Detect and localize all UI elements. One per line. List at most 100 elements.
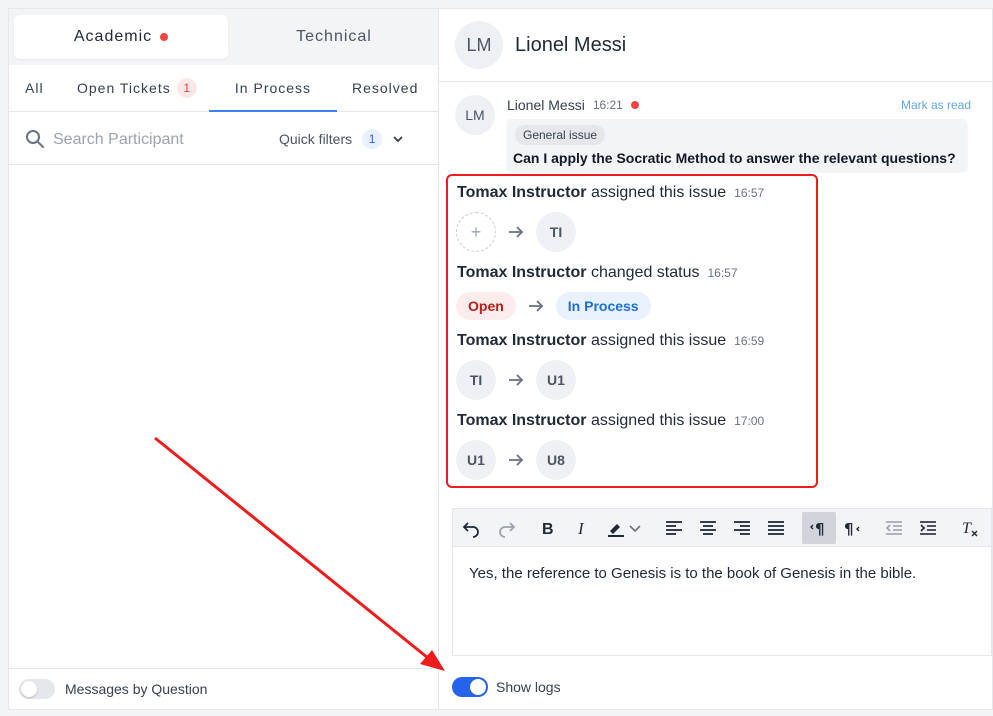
svg-text:¶: ¶: [815, 520, 825, 538]
assignee-transition: + TI: [456, 212, 576, 252]
align-right-button[interactable]: [726, 512, 758, 544]
log-entry: Tomax Instructor assigned this issue 17:…: [457, 412, 764, 430]
tab-technical[interactable]: Technical: [227, 15, 441, 59]
message-bubble: General issue Can I apply the Socratic M…: [507, 119, 967, 171]
tab-all[interactable]: All: [25, 65, 44, 111]
log-action: changed status: [590, 264, 700, 281]
reply-editor: B I ¶ ¶ T Yes, the reference to Genesis …: [452, 508, 992, 656]
conversation-header: LM Lionel Messi: [439, 9, 992, 82]
tab-technical-label: Technical: [296, 28, 372, 45]
align-left-button[interactable]: [658, 512, 690, 544]
tab-open-tickets-label: Open Tickets: [77, 80, 171, 96]
ltr-icon: ¶: [810, 520, 825, 538]
arrow-right-icon: [496, 222, 536, 242]
log-actor: Tomax Instructor: [457, 332, 587, 349]
unread-dot: [160, 33, 169, 41]
status-transition: Open In Process: [456, 292, 651, 320]
unread-dot: [630, 101, 639, 109]
chevron-down-icon: [393, 136, 403, 143]
messages-by-question-toggle[interactable]: [19, 679, 55, 699]
highlight-dropdown[interactable]: [625, 512, 645, 544]
log-time: 16:59: [734, 334, 765, 348]
log-actor: Tomax Instructor: [457, 412, 587, 429]
tab-in-process-label: In Process: [234, 79, 312, 96]
arrow-right-icon: [516, 296, 556, 316]
rtl-icon: ¶: [844, 520, 860, 538]
assignee-avatar: U1: [456, 440, 496, 480]
assignee-avatar: U1: [536, 360, 576, 400]
clear-format-button[interactable]: T: [953, 512, 985, 544]
status-tabs: All Open Tickets 1 In Process Resolved: [9, 65, 438, 112]
align-justify-icon: [768, 521, 784, 535]
arrow-right-icon: [496, 450, 536, 470]
italic-icon: I: [577, 519, 585, 538]
editor-toolbar: B I ¶ ¶ T: [453, 509, 991, 547]
bold-button[interactable]: B: [532, 512, 564, 544]
status-in-process-pill: In Process: [555, 292, 651, 320]
align-justify-button[interactable]: [760, 512, 792, 544]
log-actor: Tomax Instructor: [457, 264, 587, 281]
svg-text:T: T: [962, 520, 972, 537]
italic-button[interactable]: I: [566, 512, 598, 544]
log-action: assigned this issue: [590, 184, 727, 201]
left-panel: Academic Technical All Open Tickets 1 In…: [9, 9, 439, 709]
open-tickets-count-badge: 1: [176, 78, 197, 98]
tab-open-tickets[interactable]: Open Tickets 1: [77, 65, 197, 111]
log-time: 17:00: [734, 414, 765, 428]
assignee-avatar: U8: [536, 440, 576, 480]
avatar: LM: [455, 21, 503, 69]
align-center-button[interactable]: [692, 512, 724, 544]
indent-button[interactable]: [912, 512, 944, 544]
messages-by-question-label: Messages by Question: [65, 681, 208, 697]
align-center-icon: [700, 521, 716, 535]
svg-text:¶: ¶: [844, 520, 854, 538]
quick-filters-button[interactable]: Quick filters 1: [279, 126, 404, 152]
reply-text[interactable]: Yes, the reference to Genesis is to the …: [469, 565, 916, 582]
search-icon: [26, 130, 44, 148]
mark-as-read-link[interactable]: Mark as read: [901, 98, 971, 112]
status-open-pill: Open: [456, 292, 516, 320]
log-action: assigned this issue: [590, 412, 727, 429]
align-right-icon: [734, 521, 750, 535]
tab-all-label: All: [25, 80, 44, 96]
svg-text:I: I: [577, 519, 585, 538]
outdent-button[interactable]: [878, 512, 910, 544]
log-entry: Tomax Instructor assigned this issue 16:…: [457, 184, 764, 202]
log-actor: Tomax Instructor: [457, 184, 587, 201]
assignee-avatar: TI: [536, 212, 576, 252]
log-entry: Tomax Instructor assigned this issue 16:…: [457, 332, 764, 350]
message-meta: Lionel Messi 16:21: [507, 97, 639, 113]
log-time: 16:57: [734, 186, 765, 200]
assignee-avatar: TI: [456, 360, 496, 400]
tab-academic-label: Academic: [73, 28, 153, 45]
unassigned-avatar: +: [456, 212, 496, 252]
align-left-icon: [666, 521, 682, 535]
app-frame: Academic Technical All Open Tickets 1 In…: [8, 8, 993, 710]
assignee-transition: TI U1: [456, 360, 576, 400]
chevron-down-icon: [629, 525, 641, 533]
log-entry: Tomax Instructor changed status 16:57: [457, 264, 738, 282]
search-row: Quick filters 1: [9, 112, 438, 165]
show-logs-label: Show logs: [496, 679, 561, 695]
category-switch: Academic Technical: [9, 9, 438, 65]
ltr-button[interactable]: ¶: [802, 512, 836, 544]
undo-button[interactable]: [455, 512, 487, 544]
show-logs-toggle[interactable]: [452, 677, 488, 697]
participant-name: Lionel Messi: [515, 33, 627, 56]
rtl-button[interactable]: ¶: [837, 512, 869, 544]
clear-format-icon: T: [962, 520, 978, 537]
tab-in-process[interactable]: In Process: [209, 65, 337, 112]
tab-resolved[interactable]: Resolved: [352, 65, 418, 111]
message: LM Lionel Messi 16:21 Mark as read Gener…: [455, 95, 992, 175]
assignee-transition: U1 U8: [456, 440, 576, 480]
redo-icon: [499, 522, 516, 538]
redo-button[interactable]: [491, 512, 523, 544]
arrow-right-icon: [496, 370, 536, 390]
bold-icon: B: [542, 521, 554, 538]
outdent-icon: [885, 521, 902, 535]
issue-tag: General issue: [515, 125, 606, 145]
tab-academic[interactable]: Academic: [14, 15, 228, 59]
log-time: 16:57: [707, 266, 738, 280]
search-input[interactable]: [51, 126, 255, 154]
tab-resolved-label: Resolved: [352, 80, 419, 96]
